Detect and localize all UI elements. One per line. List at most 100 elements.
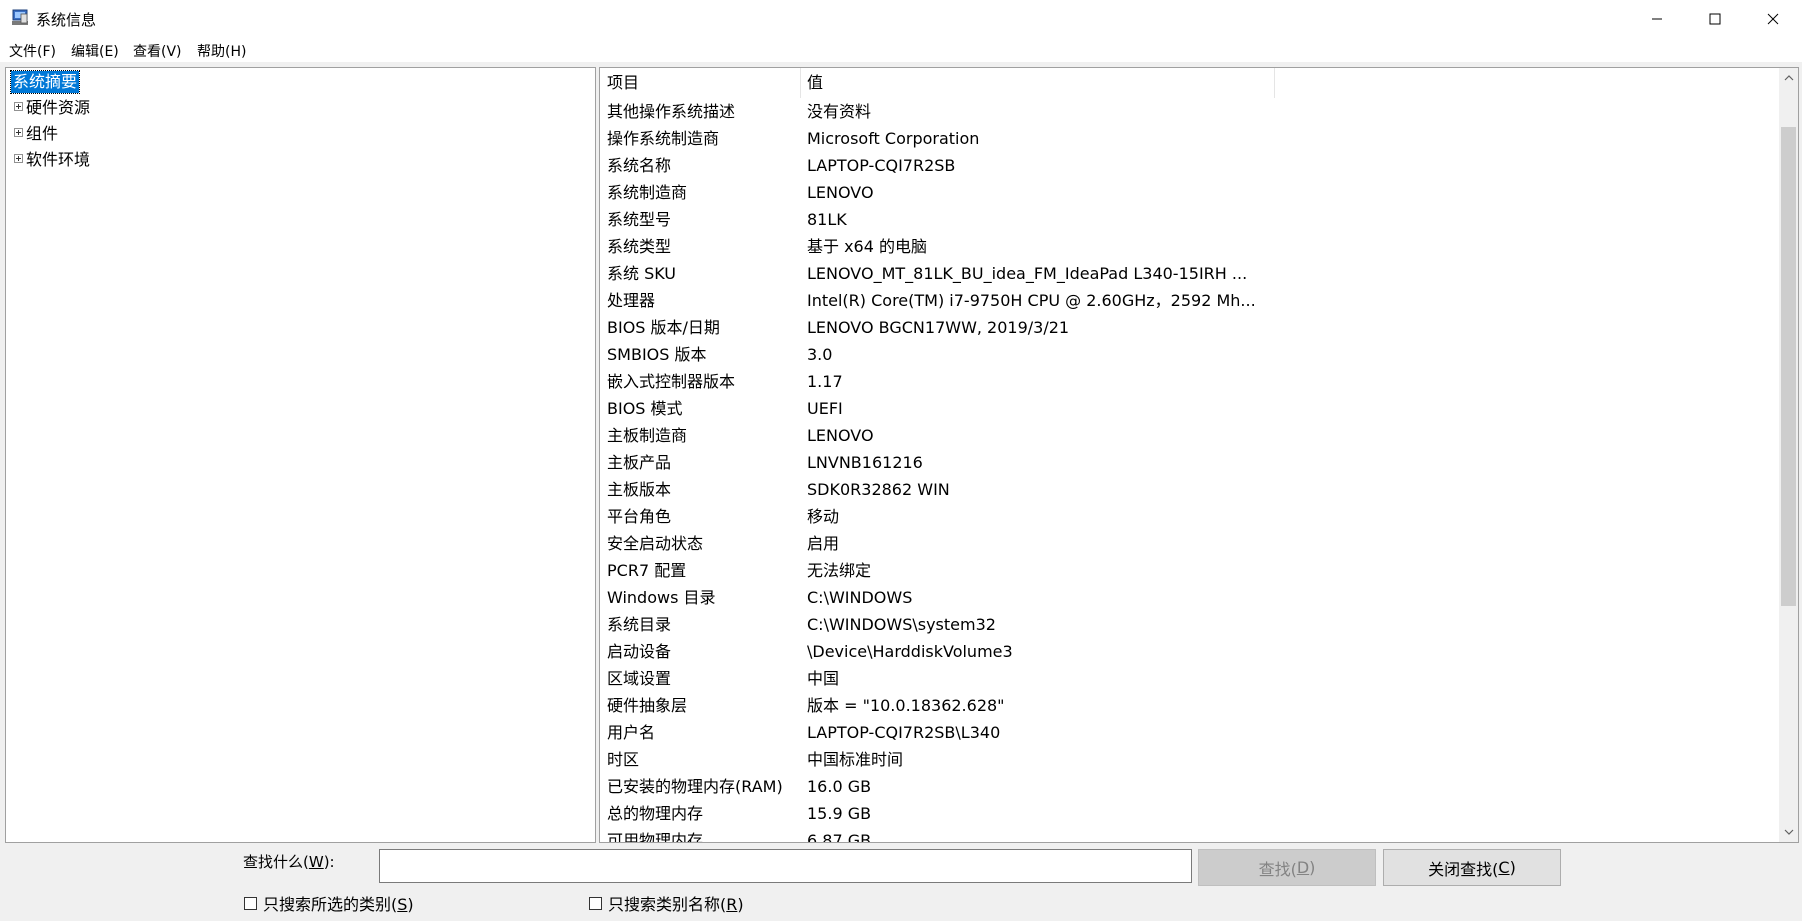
item-name-cell: 处理器 xyxy=(607,291,656,310)
scrollbar-thumb[interactable] xyxy=(1781,127,1796,606)
item-name-cell: 系统名称 xyxy=(607,156,672,175)
details-list: 项目 值 其他操作系统描述 没有资料操作系统制造商 Microsoft Corpor… xyxy=(599,67,1799,843)
item-value-cell: Intel(R) Core(TM) i7-9750H CPU @ 2.60GHz… xyxy=(807,291,1256,310)
find-button[interactable]: 查找(D) xyxy=(1198,849,1376,886)
item-value-cell: 81LK xyxy=(807,210,847,229)
system-info-app-icon xyxy=(12,9,28,25)
category-tree: 系统摘要 硬件资源 组件 软件环境 xyxy=(5,67,596,843)
tree-item-label: 硬件资源 xyxy=(26,98,91,117)
item-value-cell: 1.17 xyxy=(807,372,843,391)
menu-help[interactable]: 帮助(H) xyxy=(197,41,246,61)
menu-bar: 文件(F) 编辑(E) 查看(V) 帮助(H) xyxy=(0,38,1802,62)
item-value-cell: 3.0 xyxy=(807,345,833,364)
item-name-cell: 平台角色 xyxy=(607,507,672,526)
item-name-cell: 系统型号 xyxy=(607,210,672,229)
scroll-down-button[interactable] xyxy=(1779,822,1798,842)
item-name-cell: 用户名 xyxy=(607,723,656,742)
item-value-cell: LENOVO xyxy=(807,183,874,202)
item-name-cell: 系统目录 xyxy=(607,615,672,634)
expand-plus-icon[interactable] xyxy=(14,127,23,137)
search-category-names-checkbox[interactable] xyxy=(589,896,602,910)
item-value-cell: 版本 = "10.0.18362.628" xyxy=(807,696,1005,715)
column-divider[interactable] xyxy=(1274,68,1275,98)
tree-item-system-summary[interactable]: 系统摘要 xyxy=(9,70,81,94)
close-icon xyxy=(1767,13,1779,25)
minimize-button[interactable] xyxy=(1628,0,1686,38)
column-header-value[interactable]: 值 xyxy=(800,68,1274,98)
expand-plus-icon[interactable] xyxy=(14,101,23,111)
menu-file[interactable]: 文件(F) xyxy=(9,41,56,61)
window-title: 系统信息 xyxy=(36,11,97,29)
item-name-cell: 区域设置 xyxy=(607,669,672,688)
item-name-cell: 主板产品 xyxy=(607,453,672,472)
item-value-cell: 没有资料 xyxy=(807,102,872,121)
item-name-cell: 已安装的物理内存(RAM) xyxy=(607,777,783,796)
item-value-cell: LAPTOP-CQI7R2SB\L340 xyxy=(807,723,1001,742)
tree-item-label: 组件 xyxy=(26,124,59,143)
close-button[interactable] xyxy=(1744,0,1802,38)
tree-item-software-environment[interactable]: 软件环境 xyxy=(14,147,90,169)
item-value-cell: \Device\HarddiskVolume3 xyxy=(807,642,1013,661)
item-value-cell: Microsoft Corporation xyxy=(807,129,980,148)
item-name-cell: 操作系统制造商 xyxy=(607,129,720,148)
item-name-cell: 系统类型 xyxy=(607,237,672,256)
item-name-cell: SMBIOS 版本 xyxy=(607,345,707,364)
maximize-button[interactable] xyxy=(1686,0,1744,38)
tree-item-label: 软件环境 xyxy=(26,150,91,169)
item-name-cell: 时区 xyxy=(607,750,640,769)
item-value-cell: LENOVO BGCN17WW, 2019/3/21 xyxy=(807,318,1070,337)
vertical-scrollbar[interactable] xyxy=(1779,68,1798,842)
item-value-cell: C:\WINDOWS\system32 xyxy=(807,615,996,634)
item-value-cell: LENOVO_MT_81LK_BU_idea_FM_IdeaPad L340-1… xyxy=(807,264,1248,283)
item-value-cell: C:\WINDOWS xyxy=(807,588,913,607)
item-name-cell: 总的物理内存 xyxy=(607,804,704,823)
item-name-cell: 其他操作系统描述 xyxy=(607,102,736,121)
item-name-cell: Windows 目录 xyxy=(607,588,716,607)
column-header-item[interactable]: 项目 xyxy=(600,68,800,98)
chevron-down-icon xyxy=(1784,829,1793,835)
item-name-cell: 嵌入式控制器版本 xyxy=(607,372,736,391)
item-name-cell: 安全启动状态 xyxy=(607,534,704,553)
chevron-up-icon xyxy=(1784,75,1793,81)
find-what-input[interactable] xyxy=(379,849,1192,883)
item-name-cell: 硬件抽象层 xyxy=(607,696,688,715)
scroll-up-button[interactable] xyxy=(1779,68,1798,88)
minimize-icon xyxy=(1652,18,1662,20)
item-name-cell: PCR7 配置 xyxy=(607,561,687,580)
search-category-names-option[interactable]: 只搜索类别名称(R) xyxy=(589,891,744,915)
item-value-cell: 启用 xyxy=(807,534,840,553)
item-value-cell: 基于 x64 的电脑 xyxy=(807,237,928,256)
item-value-cell: 移动 xyxy=(807,507,840,526)
item-value-cell: 中国标准时间 xyxy=(807,750,904,769)
item-name-cell: BIOS 版本/日期 xyxy=(607,318,720,337)
item-value-cell: 16.0 GB xyxy=(807,777,872,796)
item-value-cell: LAPTOP-CQI7R2SB xyxy=(807,156,956,175)
item-value-cell: 6.87 GB xyxy=(807,831,872,843)
title-bar: 系统信息 xyxy=(0,0,1802,38)
expand-plus-icon[interactable] xyxy=(14,153,23,163)
item-name-cell: 主板制造商 xyxy=(607,426,688,445)
item-value-cell: 无法绑定 xyxy=(807,561,872,580)
item-name-cell: BIOS 模式 xyxy=(607,399,683,418)
search-selected-category-checkbox[interactable] xyxy=(244,896,257,910)
close-find-button[interactable]: 关闭查找(C) xyxy=(1383,849,1561,886)
search-category-names-label: 只搜索类别名称(R) xyxy=(608,895,744,914)
menu-view[interactable]: 查看(V) xyxy=(133,41,182,61)
item-value-cell: LNVNB161216 xyxy=(807,453,923,472)
item-name-cell: 主板版本 xyxy=(607,480,672,499)
item-value-cell: UEFI xyxy=(807,399,843,418)
menu-edit[interactable]: 编辑(E) xyxy=(71,41,119,61)
item-name-cell: 可用物理内存 xyxy=(607,831,704,843)
list-header: 项目 值 xyxy=(600,68,1780,98)
search-selected-category-label: 只搜索所选的类别(S) xyxy=(263,895,414,914)
tree-item-components[interactable]: 组件 xyxy=(14,121,58,143)
item-name-cell: 系统制造商 xyxy=(607,183,688,202)
search-selected-category-option[interactable]: 只搜索所选的类别(S) xyxy=(244,891,414,915)
item-name-cell: 系统 SKU xyxy=(607,264,677,283)
item-value-cell: 中国 xyxy=(807,669,840,688)
maximize-icon xyxy=(1709,13,1721,25)
item-value-cell: 15.9 GB xyxy=(807,804,872,823)
tree-item-hardware-resources[interactable]: 硬件资源 xyxy=(14,95,90,117)
find-what-label: 查找什么(W): xyxy=(243,853,335,871)
item-value-cell: SDK0R32862 WIN xyxy=(807,480,950,499)
